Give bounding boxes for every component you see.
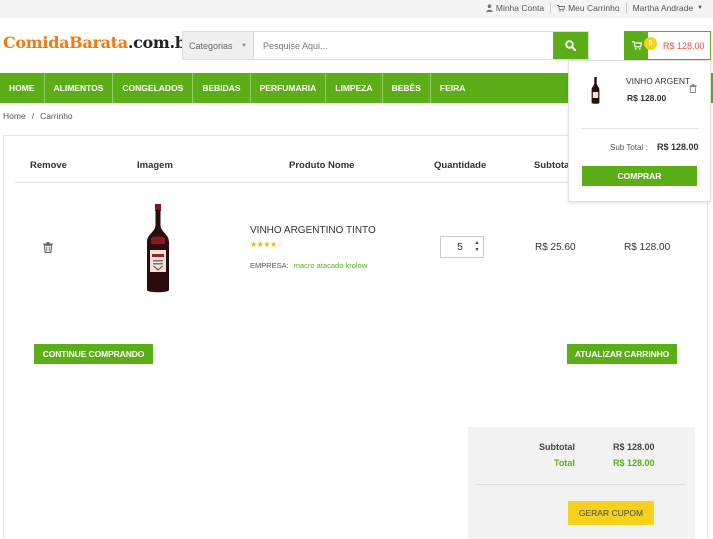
user-icon [486,4,493,12]
nav-item-bebes[interactable]: BEBÊS [383,73,431,103]
cart-icon [631,41,642,50]
company-label: EMPRESA: [250,261,289,270]
category-select[interactable]: Categorias ▼ [183,32,254,59]
cart-icon [557,4,566,12]
nav-item-congelados[interactable]: CONGELADOS [113,73,194,103]
header-remove: Remove [30,160,67,171]
search-bar: Categorias ▼ [182,31,589,60]
product-rating: ★★★★☆ [250,240,284,249]
quantity-stepper[interactable]: 5 ▲ ▼ [440,236,484,258]
caret-down-icon: ▼ [697,5,703,11]
spinner-arrows-icon[interactable]: ▲ ▼ [471,240,483,254]
logo-text-main: ComidaBarata [3,33,128,52]
header-product-name: Produto Nome [289,160,355,171]
total-value: R$ 128.00 [613,458,655,468]
star-icon: ☆ [276,240,284,249]
breadcrumb: Home / Carrinho [3,111,73,121]
mini-cart-divider [581,128,699,129]
nav-item-home[interactable]: HOME [0,73,45,103]
company-value[interactable]: macro atacado krolow [294,261,367,270]
chevron-down-icon: ▼ [241,42,247,49]
search-button[interactable] [553,32,588,59]
generate-coupon-button[interactable]: GERAR CUPOM [568,501,654,525]
user-menu[interactable]: Martha Andrade ▼ [627,3,709,13]
wine-bottle-icon [147,204,169,293]
search-icon [565,40,576,51]
mini-cart-item-name[interactable]: VINHO ARGENT [626,76,690,86]
search-input[interactable] [254,32,553,59]
user-name: Martha Andrade [632,3,694,13]
mini-cart-dropdown: VINHO ARGENT R$ 128.00 Sub Total : R$ 12… [568,60,711,202]
quantity-value[interactable]: 5 [441,242,471,253]
mini-cart-subtotal-label: Sub Total : [610,143,648,152]
cart-amount: R$ 128.00 [663,40,705,51]
star-icon: ★ [270,240,277,249]
header-subtotal: Subtotal [534,160,572,171]
category-label: Categorias [189,40,233,51]
my-account-link[interactable]: Minha Conta [480,3,550,13]
breadcrumb-home[interactable]: Home [3,111,26,121]
nav-item-limpeza[interactable]: LIMPEZA [326,73,383,103]
product-name[interactable]: VINHO ARGENTINO TINTO [250,225,376,236]
row-total: R$ 128.00 [624,242,671,253]
subtotal-value: R$ 128.00 [613,442,655,452]
totals-box: Subtotal R$ 128.00 Total R$ 128.00 GERAR… [468,427,695,539]
my-cart-link[interactable]: Meu Carrinho [551,3,626,13]
site-logo[interactable]: ComidaBarata.com.br [3,33,194,52]
header-image: Imagem [137,160,173,171]
update-cart-button[interactable]: ATUALIZAR CARRINHO [567,344,677,364]
breadcrumb-separator: / [31,111,35,121]
mini-cart-subtotal-value: R$ 128.00 [657,142,699,152]
cart-count-badge: 5 [644,37,657,50]
product-company: EMPRESA: macro atacado krolow [250,261,367,270]
breadcrumb-current: Carrinho [40,111,73,121]
top-links: Minha Conta Meu Carrinho Martha Andrade … [480,3,709,13]
trash-icon[interactable] [689,84,697,93]
star-icon: ★ [250,240,257,249]
wine-bottle-icon [591,77,600,104]
trash-icon[interactable] [43,242,53,253]
my-cart-label: Meu Carrinho [568,3,620,13]
mini-cart-item-price: R$ 128.00 [627,93,667,103]
unit-price: R$ 25.60 [535,242,576,253]
total-label: Total [554,458,575,468]
my-account-label: Minha Conta [495,3,545,13]
nav-item-alimentos[interactable]: ALIMENTOS [45,73,114,103]
nav-item-feira[interactable]: FEIRA [431,73,475,103]
top-bar: Minha Conta Meu Carrinho Martha Andrade … [0,0,713,18]
header-cart-button[interactable]: 5 R$ 128.00 [624,31,711,60]
continue-shopping-button[interactable]: CONTINUE COMPRANDO [34,344,153,364]
subtotal-label: Subtotal [539,442,575,452]
totals-divider [477,484,685,485]
header-quantity: Quantidade [434,160,487,171]
nav-item-perfumaria[interactable]: PERFUMARIA [251,73,327,103]
star-icon: ★ [263,240,271,249]
buy-button[interactable]: COMPRAR [582,166,697,186]
nav-item-bebidas[interactable]: BEBIDAS [193,73,251,103]
